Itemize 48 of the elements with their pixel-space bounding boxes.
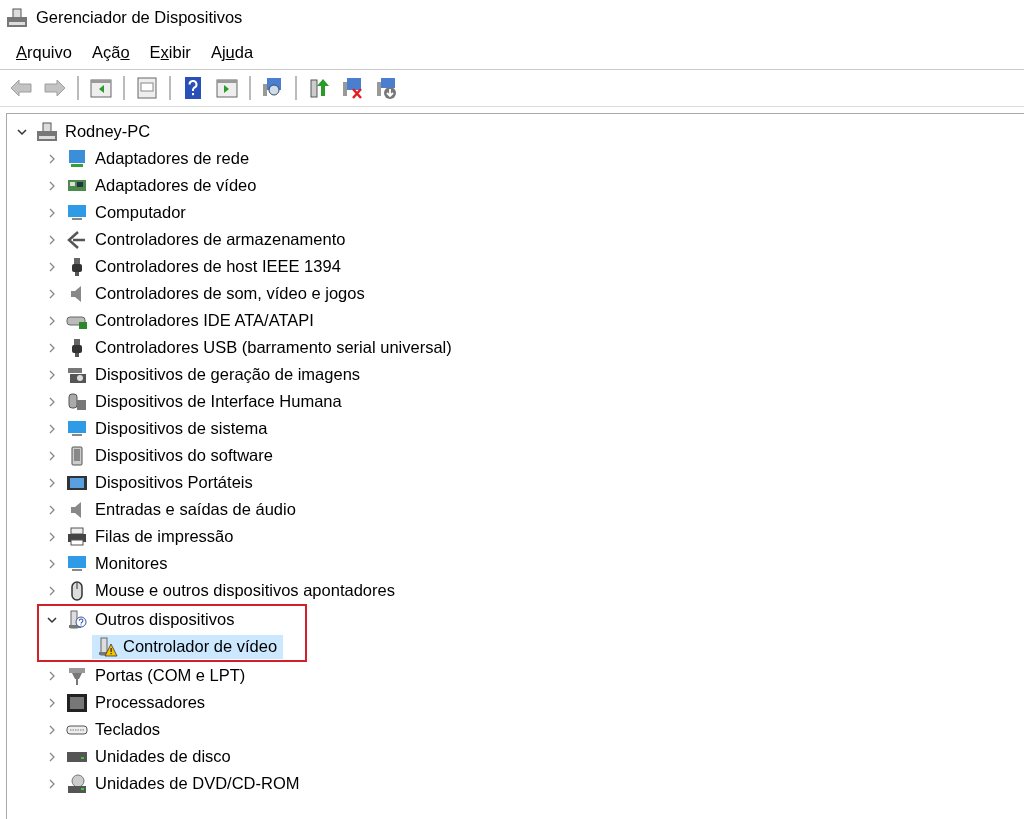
tree-item[interactable]: Teclados [93,719,163,740]
computer-icon [6,7,28,28]
tree-item[interactable]: Dispositivos de Interface Humana [93,391,344,412]
tree-item[interactable]: Rodney-PC [63,121,153,142]
disable-device-icon [375,76,399,100]
tree-item[interactable]: Controlador de vídeo [92,634,284,659]
tree-item[interactable]: Dispositivos de sistema [93,418,270,439]
tree-item[interactable]: Controladores de host IEEE 1394 [93,256,343,277]
tree-item[interactable]: Monitores [93,553,170,574]
tree-item[interactable]: Controladores de som, vídeo e jogos [93,283,367,304]
tree-item[interactable]: Processadores [93,692,208,713]
tree-item[interactable]: Controladores IDE ATA/ATAPI [93,310,316,331]
processor-icon [66,692,88,713]
network-adapter-icon [66,148,88,169]
computer-icon [36,121,58,142]
tree-item[interactable]: Entradas e saídas de áudio [93,499,298,520]
menu-item[interactable]: Ação [81,42,140,62]
panel-icon [89,76,113,100]
tree-item[interactable]: Dispositivos Portáteis [93,472,255,493]
monitor-icon [66,553,88,574]
tree-item[interactable]: Unidades de DVD/CD-ROM [93,773,302,794]
menu-item[interactable]: Ajuda [200,42,264,62]
window-title: Gerenciador de Dispositivos [36,8,243,27]
tree-item[interactable]: Mouse e outros dispositivos apontadores [93,580,397,601]
dvd-drive-icon [66,773,88,794]
panel-icon [215,76,239,100]
monitor-icon [66,418,88,439]
tree-item[interactable]: Dispositivos de geração de imagens [93,364,363,385]
update-driver-icon [307,76,331,100]
tree-item[interactable]: Outros dispositivos [93,609,237,630]
tree-item[interactable]: Adaptadores de vídeo [93,175,259,196]
tree-item[interactable]: Dispositivos do software [93,445,275,466]
monitor-icon [66,202,88,223]
tree-item[interactable]: Portas (COM e LPT) [93,665,248,686]
tree-item[interactable]: Unidades de disco [93,746,233,767]
tree-item[interactable]: Adaptadores de rede [93,148,252,169]
warning-device-icon [96,636,118,657]
tree-item[interactable]: Controladores de armazenamento [93,229,348,250]
uninstall-icon [341,76,365,100]
printer-icon [66,526,88,547]
tree-item[interactable]: Computador [93,202,188,223]
properties-icon [135,76,159,100]
menu-item[interactable]: Arquivo [6,42,82,62]
tree-item[interactable]: Filas de impressão [93,526,236,547]
tree-item[interactable]: Controladores USB (barramento serial universal) [93,337,454,358]
unknown-device-icon [66,609,88,630]
menu-item[interactable]: Exibir [139,42,201,62]
port-icon [66,665,88,686]
